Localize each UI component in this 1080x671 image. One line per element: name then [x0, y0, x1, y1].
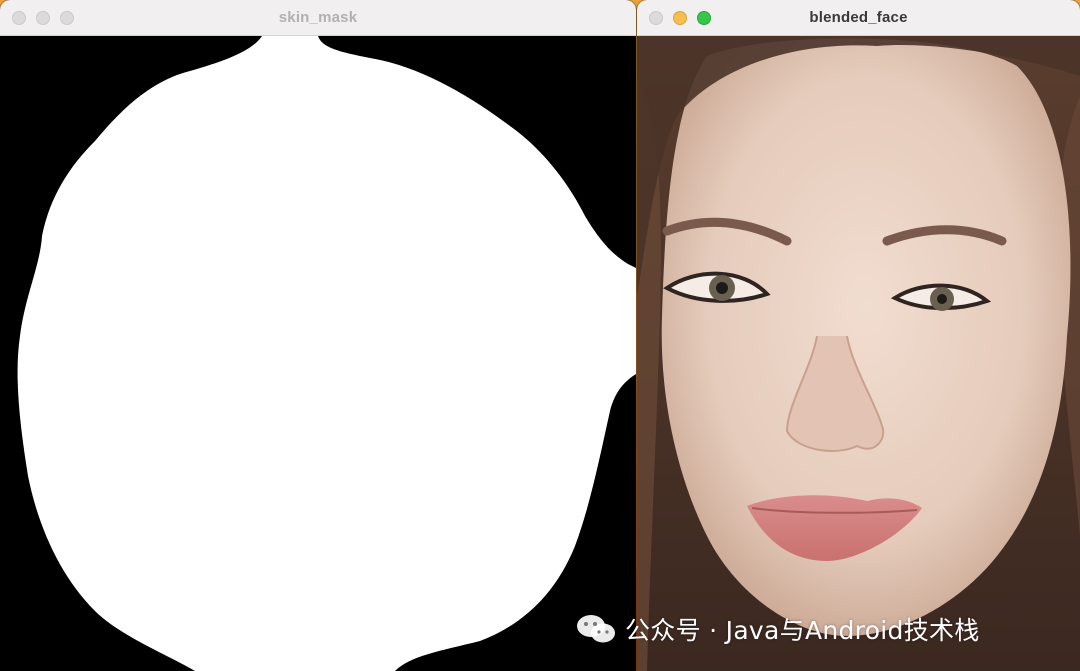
skin-mask-titlebar[interactable]: skin_mask	[0, 0, 636, 36]
wechat-icon	[577, 615, 615, 643]
mask-shape	[0, 36, 636, 671]
skin-mask-image	[0, 36, 636, 671]
skin-mask-window[interactable]: skin_mask	[0, 0, 636, 671]
watermark: 公众号 · Java与Android技术栈	[575, 612, 980, 646]
window-title: skin_mask	[278, 9, 358, 26]
window-title: blended_face	[809, 9, 908, 26]
blended-face-image	[637, 36, 1080, 671]
blended-face-titlebar[interactable]: blended_face	[637, 0, 1080, 36]
watermark-text: 公众号 · Java与Android技术栈	[625, 616, 980, 645]
blended-face-window[interactable]: blended_face	[637, 0, 1080, 671]
face-photo	[637, 36, 1080, 671]
